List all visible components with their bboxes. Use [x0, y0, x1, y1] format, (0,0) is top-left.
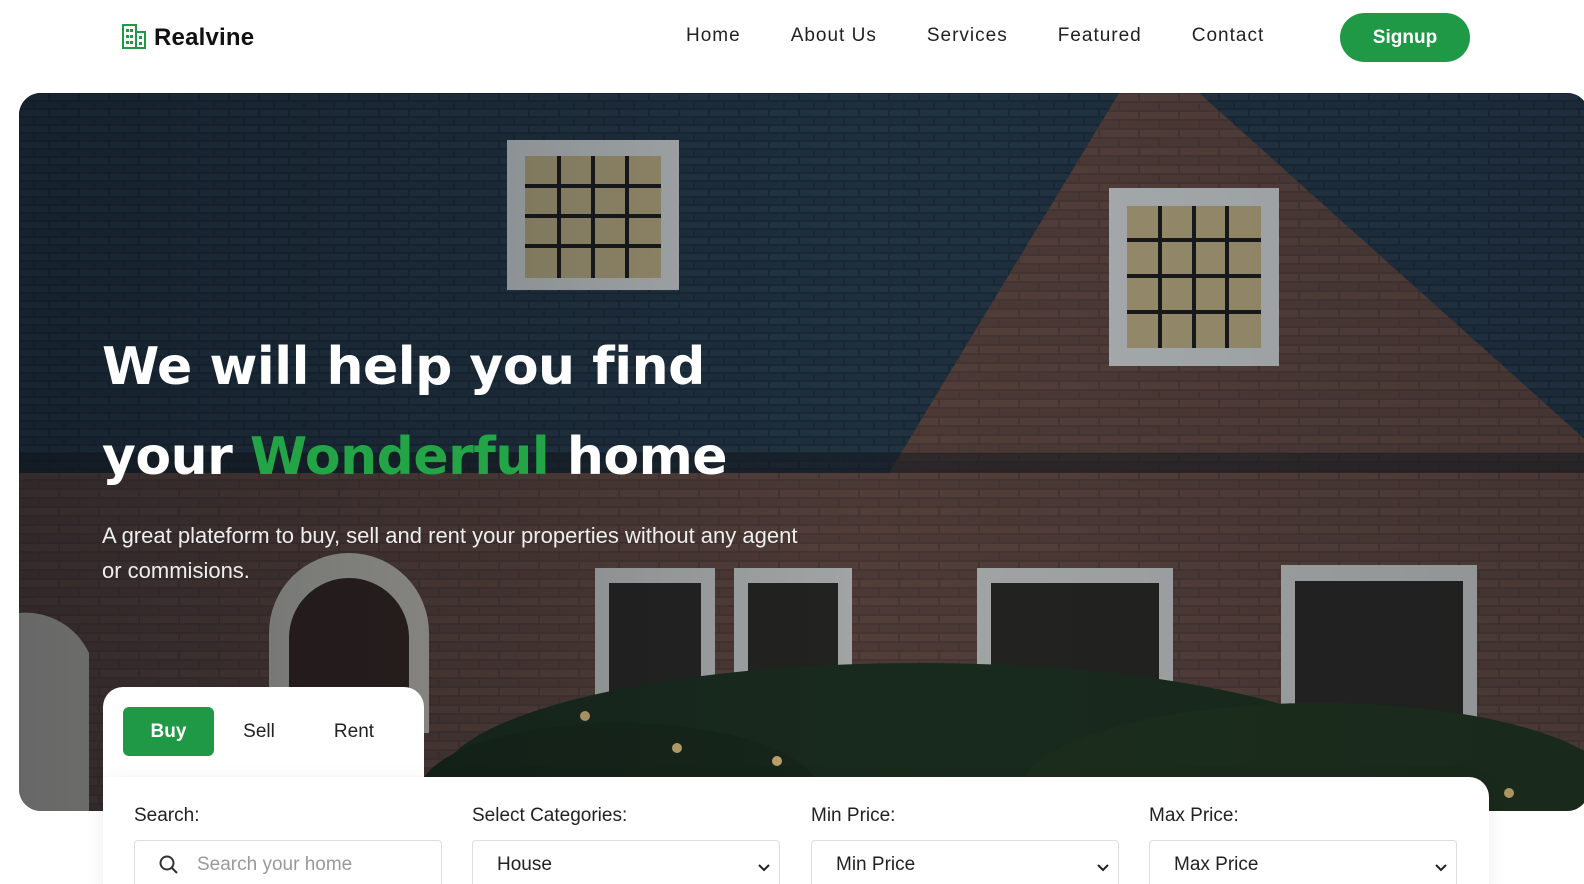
logo[interactable]: Realvine	[122, 20, 254, 52]
hero-headline: We will help you find your Wonderful hom…	[102, 322, 728, 502]
tab-buy[interactable]: Buy	[123, 707, 214, 756]
nav-featured[interactable]: Featured	[1058, 25, 1142, 47]
nav-about-us[interactable]: About Us	[791, 25, 877, 47]
search-placeholder: Search your home	[197, 854, 353, 875]
search-label: Search:	[134, 805, 200, 826]
max-price-select[interactable]: Max Price	[1149, 840, 1457, 884]
nav-home[interactable]: Home	[686, 25, 741, 47]
tab-sell[interactable]: Sell	[229, 707, 289, 756]
max-price-value: Max Price	[1174, 854, 1259, 875]
transaction-tabs: Buy Sell Rent	[103, 687, 424, 787]
tab-rent[interactable]: Rent	[323, 707, 385, 756]
category-value: House	[497, 854, 552, 875]
min-price-select[interactable]: Min Price	[811, 840, 1119, 884]
min-price-label: Min Price:	[811, 805, 896, 826]
min-price-value: Min Price	[836, 854, 916, 875]
main-nav: Home About Us Services Featured Contact	[686, 25, 1314, 47]
search-icon	[159, 855, 178, 874]
brand-name: Realvine	[154, 24, 255, 51]
nav-services[interactable]: Services	[927, 25, 1008, 47]
category-select[interactable]: House	[472, 840, 780, 884]
chevron-down-icon	[758, 864, 770, 872]
nav-contact[interactable]: Contact	[1192, 25, 1264, 47]
headline-accent: Wonderful	[249, 427, 550, 487]
signup-button[interactable]: Signup	[1340, 13, 1470, 62]
property-search-form: Search: Search your home Select Categori…	[103, 777, 1489, 884]
search-input[interactable]: Search your home	[134, 840, 442, 884]
headline-line2-before: your	[102, 427, 233, 487]
max-price-label: Max Price:	[1149, 805, 1239, 826]
headline-line2-after: home	[566, 427, 728, 487]
building-icon	[122, 24, 146, 49]
chevron-down-icon	[1435, 864, 1447, 872]
chevron-down-icon	[1097, 864, 1109, 872]
hero-subtitle: A great plateform to buy, sell and rent …	[102, 523, 798, 583]
headline-line1: We will help you find	[102, 337, 705, 397]
category-label: Select Categories:	[472, 805, 628, 826]
